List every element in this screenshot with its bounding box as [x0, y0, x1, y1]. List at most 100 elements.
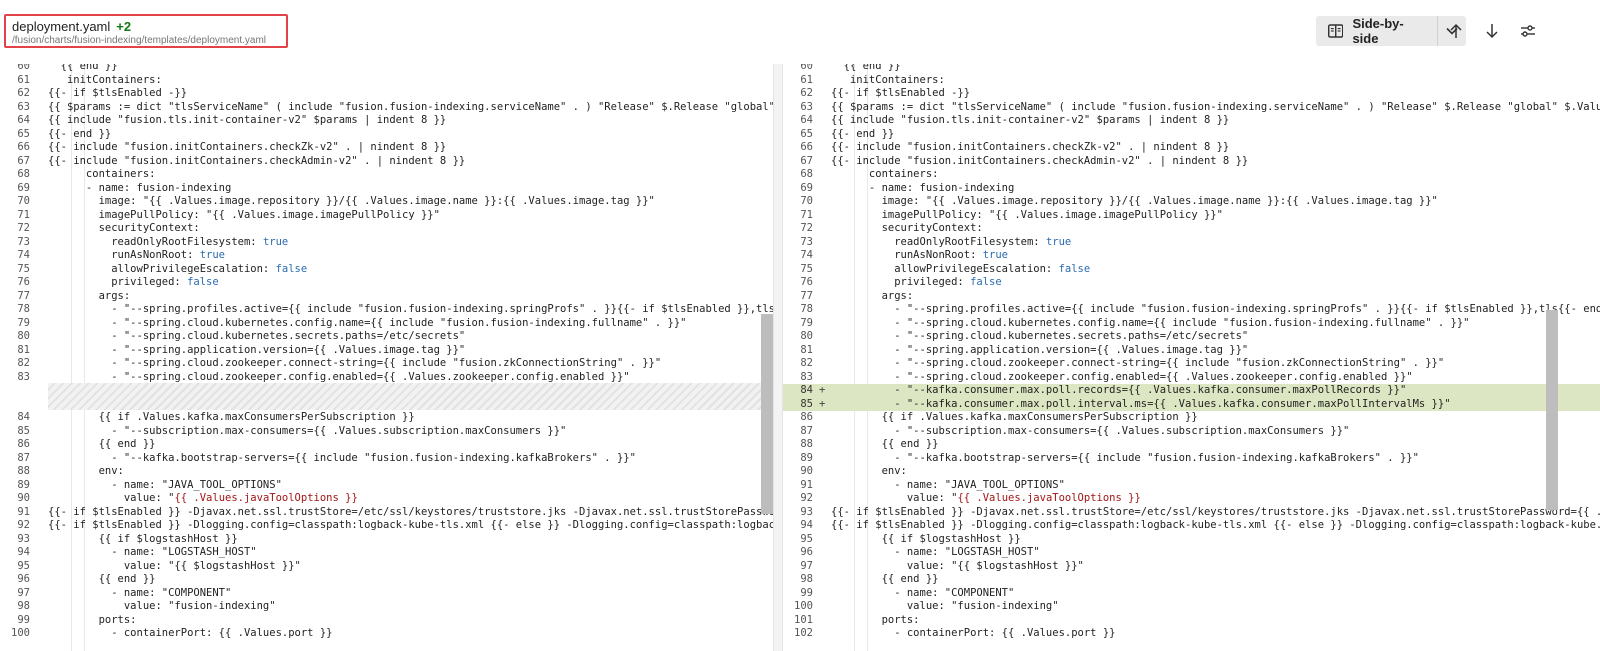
- original-file-pane[interactable]: 60 {{ end }} 61 initContainers: 62 {{- if $…: [0, 64, 773, 651]
- diff-settings-button[interactable]: [1518, 21, 1538, 41]
- line-number: 88: [17, 465, 30, 477]
- line-number: 81: [800, 343, 813, 356]
- code-text: - name: "JAVA_TOOL_OPTIONS": [48, 478, 282, 491]
- code-line: 70 image: "{{ .Values.image.repository }…: [0, 195, 773, 209]
- file-path: /fusion/charts/fusion-indexing/templates…: [12, 35, 267, 46]
- code-text: {{- if $tlsEnabled -}}: [831, 87, 971, 99]
- code-text: value: "{{ $logstashHost }}": [48, 559, 301, 572]
- view-mode-button[interactable]: Side-by-side: [1316, 16, 1438, 46]
- code-text: args:: [831, 289, 914, 302]
- code-text: - "--spring.cloud.kubernetes.secrets.pat…: [831, 330, 1249, 342]
- code-text: initContainers:: [48, 73, 162, 86]
- code-text: privileged: false: [48, 276, 219, 288]
- line-number: 102: [794, 627, 813, 639]
- line-number: 69: [17, 181, 30, 194]
- line-number: 99: [17, 613, 30, 626]
- code-line: 83 - "--spring.cloud.zookeeper.config.en…: [783, 371, 1600, 385]
- diff-marker: +: [819, 384, 826, 396]
- code-line: 67 {{- include "fusion.initContainers.che…: [783, 155, 1600, 169]
- code-line: 76 privileged: false: [0, 276, 773, 290]
- line-number: 72: [800, 222, 813, 234]
- code-line: 91 - name: "JAVA_TOOL_OPTIONS": [783, 479, 1600, 493]
- code-line: 68 containers:: [0, 168, 773, 182]
- line-number: 100: [794, 600, 813, 612]
- code-text: {{ $params := dict "tlsServiceName" ( in…: [831, 100, 1600, 113]
- code-line: 83 - "--spring.cloud.zookeeper.config.en…: [0, 371, 773, 385]
- code-line: 60 {{ end }}: [0, 64, 773, 74]
- line-number: 87: [17, 451, 30, 464]
- line-number: 90: [17, 492, 30, 504]
- code-text: containers:: [831, 168, 939, 180]
- code-line: 63 {{ $params := dict "tlsServiceName" ( …: [783, 101, 1600, 115]
- code-line: 71 imagePullPolicy: "{{ .Values.image.im…: [783, 209, 1600, 223]
- code-line: 80 - "--spring.cloud.kubernetes.secrets.…: [0, 330, 773, 344]
- line-number: 75: [17, 262, 30, 275]
- code-line: 67 {{- include "fusion.initContainers.che…: [0, 155, 773, 169]
- line-number: 94: [800, 519, 813, 531]
- code-text: - name: "LOGSTASH_HOST": [48, 546, 257, 558]
- code-text: {{- include "fusion.initContainers.check…: [48, 141, 447, 153]
- line-number: 61: [800, 73, 813, 86]
- code-text: - name: "COMPONENT": [48, 586, 232, 599]
- code-line: 86 {{ if .Values.kafka.maxConsumersPerSu…: [783, 411, 1600, 425]
- code-line: 64 {{ include "fusion.tls.init-container-…: [0, 114, 773, 128]
- code-line: 79 - "--spring.cloud.kubernetes.config.n…: [783, 317, 1600, 331]
- line-number: 99: [800, 586, 813, 599]
- code-text: {{- include "fusion.initContainers.check…: [48, 154, 466, 167]
- code-text: {{- if $tlsEnabled -}}: [48, 87, 188, 99]
- code-text: {{- end }}: [48, 127, 112, 140]
- left-scrollbar-thumb[interactable]: [761, 314, 773, 514]
- line-number: 75: [800, 262, 813, 275]
- line-number: 101: [794, 613, 813, 626]
- code-line: 90 env:: [783, 465, 1600, 479]
- code-line: 86 {{ end }}: [0, 438, 773, 452]
- pane-divider[interactable]: [773, 64, 783, 651]
- previous-change-button[interactable]: [1446, 21, 1466, 41]
- file-title-box[interactable]: deployment.yaml +2 /fusion/charts/fusion-…: [4, 14, 288, 48]
- code-text: {{ end }}: [831, 64, 901, 72]
- code-text: allowPrivilegeEscalation: false: [831, 262, 1091, 275]
- code-text: - "--spring.cloud.zookeeper.config.enabl…: [48, 370, 630, 383]
- line-number: 85: [800, 397, 813, 410]
- code-text: {{ end }}: [831, 438, 939, 450]
- code-line: 71 imagePullPolicy: "{{ .Values.image.im…: [0, 209, 773, 223]
- arrow-up-icon: [1450, 23, 1462, 38]
- line-number: 62: [17, 87, 30, 99]
- code-line: 69 - name: fusion-indexing: [783, 182, 1600, 196]
- next-change-button[interactable]: [1482, 21, 1502, 41]
- code-text: - "--subscription.max-consumers={{ .Valu…: [48, 424, 567, 437]
- code-line: 101 ports:: [783, 614, 1600, 628]
- code-text: - name: "LOGSTASH_HOST": [831, 546, 1040, 558]
- side-by-side-icon: [1328, 24, 1344, 38]
- code-line: 68 containers:: [783, 168, 1600, 182]
- line-number: 90: [800, 465, 813, 477]
- line-number: 78: [800, 303, 813, 315]
- code-text: {{ include "fusion.tls.init-container-v2…: [831, 114, 1230, 126]
- code-line: 75 allowPrivilegeEscalation: false: [0, 263, 773, 277]
- modified-file-pane[interactable]: 60 {{ end }} 61 initContainers: 62 {{- if $…: [783, 64, 1600, 651]
- line-number: 83: [800, 370, 813, 383]
- code-text: - "--spring.profiles.active={{ include "…: [831, 303, 1600, 315]
- code-line: 87 - "--subscription.max-consumers={{ .V…: [783, 425, 1600, 439]
- code-line: 99 - name: "COMPONENT": [783, 587, 1600, 601]
- line-number: 84: [17, 411, 30, 423]
- code-text: - containerPort: {{ .Values.port }}: [831, 627, 1116, 639]
- code-line: 102 - containerPort: {{ .Values.port }}: [783, 627, 1600, 641]
- line-number: 86: [17, 438, 30, 450]
- line-number: 82: [800, 357, 813, 369]
- code-text: runAsNonRoot: true: [831, 249, 1009, 261]
- code-text: - "--kafka.consumer.max.poll.records={{ …: [831, 384, 1407, 396]
- code-text: readOnlyRootFilesystem: true: [48, 235, 289, 248]
- code-line: 94 - name: "LOGSTASH_HOST": [0, 546, 773, 560]
- code-line: 66 {{- include "fusion.initContainers.che…: [783, 141, 1600, 155]
- right-scrollbar-thumb[interactable]: [1546, 310, 1558, 510]
- code-text: image: "{{ .Values.image.repository }}/{…: [831, 195, 1438, 207]
- code-text: - name: "COMPONENT": [831, 586, 1015, 599]
- code-line: 77 args:: [0, 290, 773, 304]
- line-number: 69: [800, 181, 813, 194]
- line-number: 66: [17, 141, 30, 153]
- code-line: 77 args:: [783, 290, 1600, 304]
- line-number: 71: [17, 208, 30, 221]
- code-line: 65 {{- end }}: [783, 128, 1600, 142]
- code-text: {{ end }}: [48, 438, 156, 450]
